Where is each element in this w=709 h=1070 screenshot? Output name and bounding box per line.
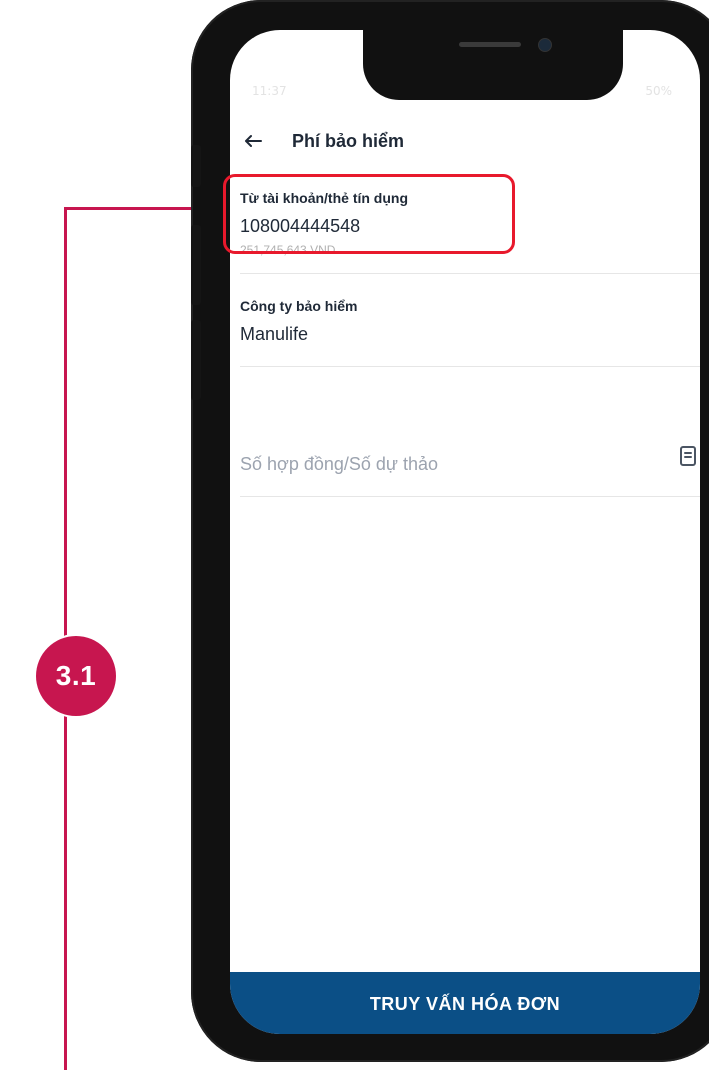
insurance-company-value: Manulife [240,324,309,344]
phone-side-button [191,225,201,305]
highlight-box [223,174,515,254]
phone-side-button [191,320,201,400]
page-title: Phí bảo hiểm [292,131,405,151]
status-right: 50% [645,84,672,98]
query-invoice-button-label: TRUY VẤN HÓA ĐƠN [369,993,561,1014]
phone-frame: 11:37 50% Phí bảo hiểm Từ tài khoản/thẻ [191,0,709,1070]
contract-number-input[interactable]: Số hợp đồng/Số dự thảo [240,454,660,475]
phone-side-button [191,145,201,187]
notch-camera [538,38,552,52]
divider [240,496,700,497]
insurance-company-label: Công ty bảo hiểm [240,298,358,314]
notch-speaker [459,42,521,47]
callout-badge-label: 3.1 [55,660,97,691]
divider [240,366,700,367]
divider [240,273,700,274]
callout-badge: 3.1 [36,636,116,716]
arrow-left-icon[interactable] [240,128,266,154]
document-icon[interactable] [678,444,700,470]
contract-number-placeholder: Số hợp đồng/Số dự thảo [240,454,438,474]
insurance-company-field[interactable]: Công ty bảo hiểm Manulife [240,298,700,345]
stage: 3.1 11:37 50% Phí bảo hiểm Từ tài khoản/… [0,0,709,1070]
app-header: Phí bảo hiểm [230,122,700,166]
phone-notch [363,30,623,100]
query-invoice-button[interactable]: TRUY VẤN HÓA ĐƠN [230,972,700,1034]
status-time: 11:37 [252,84,287,98]
